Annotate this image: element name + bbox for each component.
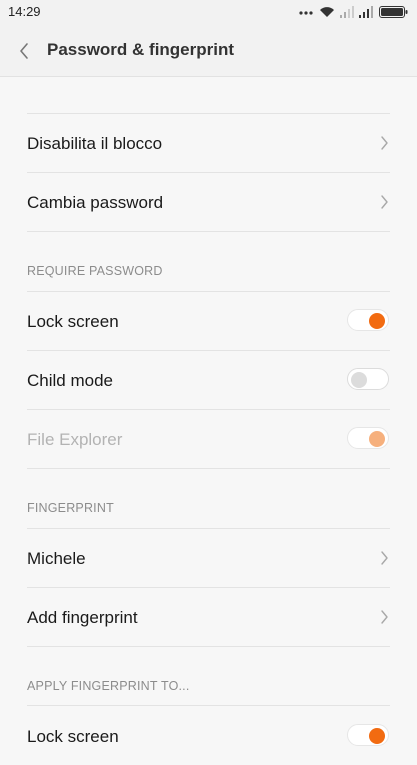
chevron-right-icon: [381, 195, 388, 209]
status-icons: [299, 5, 411, 19]
toggle-knob: [369, 728, 385, 744]
lock-screen-fingerprint-item[interactable]: Lock screen: [0, 707, 417, 765]
child-mode-label: Child mode: [27, 371, 113, 390]
wifi-icon: [320, 7, 334, 17]
add-fingerprint-label: Add fingerprint: [27, 608, 138, 627]
more-dots-icon: [299, 11, 313, 15]
lock-screen-toggle[interactable]: [347, 309, 389, 331]
header-bar: Password & fingerprint: [0, 24, 417, 77]
lock-screen-password-item[interactable]: Lock screen: [0, 292, 417, 350]
child-mode-toggle[interactable]: [347, 368, 389, 390]
chevron-right-icon: [381, 136, 388, 150]
back-button[interactable]: [10, 36, 40, 64]
disable-lock-label: Disabilita il blocco: [27, 134, 163, 153]
chevron-left-icon: [20, 43, 28, 59]
chevron-right-icon: [381, 610, 388, 624]
section-header-fingerprint: FINGERPRINT: [27, 501, 114, 515]
page-title: Password & fingerprint: [47, 40, 235, 59]
file-explorer-label: File Explorer: [27, 430, 123, 449]
fingerprint-name-label: Michele: [27, 549, 86, 568]
lock-screen-fingerprint-toggle[interactable]: [347, 724, 389, 746]
divider: [27, 646, 390, 647]
fingerprint-michele-item[interactable]: Michele: [0, 529, 417, 587]
section-header-require-password: REQUIRE PASSWORD: [27, 264, 163, 278]
file-explorer-item: File Explorer: [0, 410, 417, 468]
child-mode-item[interactable]: Child mode: [0, 351, 417, 409]
toggle-knob: [351, 372, 367, 388]
change-password-item[interactable]: Cambia password: [0, 173, 417, 231]
divider: [27, 231, 390, 232]
chevron-right-icon: [381, 551, 388, 565]
divider: [27, 705, 390, 706]
file-explorer-toggle: [347, 427, 389, 449]
add-fingerprint-item[interactable]: Add fingerprint: [0, 588, 417, 646]
toggle-knob: [369, 431, 385, 447]
lock-screen-label: Lock screen: [27, 312, 119, 331]
disable-lock-item[interactable]: Disabilita il blocco: [0, 114, 417, 172]
change-password-label: Cambia password: [27, 193, 164, 212]
signal-weak-icon: [340, 6, 354, 18]
lock-screen-fingerprint-label: Lock screen: [27, 727, 119, 746]
signal-icon: [359, 6, 373, 18]
toggle-knob: [369, 313, 385, 329]
section-header-apply-fingerprint: APPLY FINGERPRINT TO...: [27, 679, 190, 693]
status-bar: 14:29: [0, 0, 417, 24]
status-time: 14:29: [8, 4, 41, 19]
divider: [27, 468, 390, 469]
battery-icon: [379, 6, 408, 18]
